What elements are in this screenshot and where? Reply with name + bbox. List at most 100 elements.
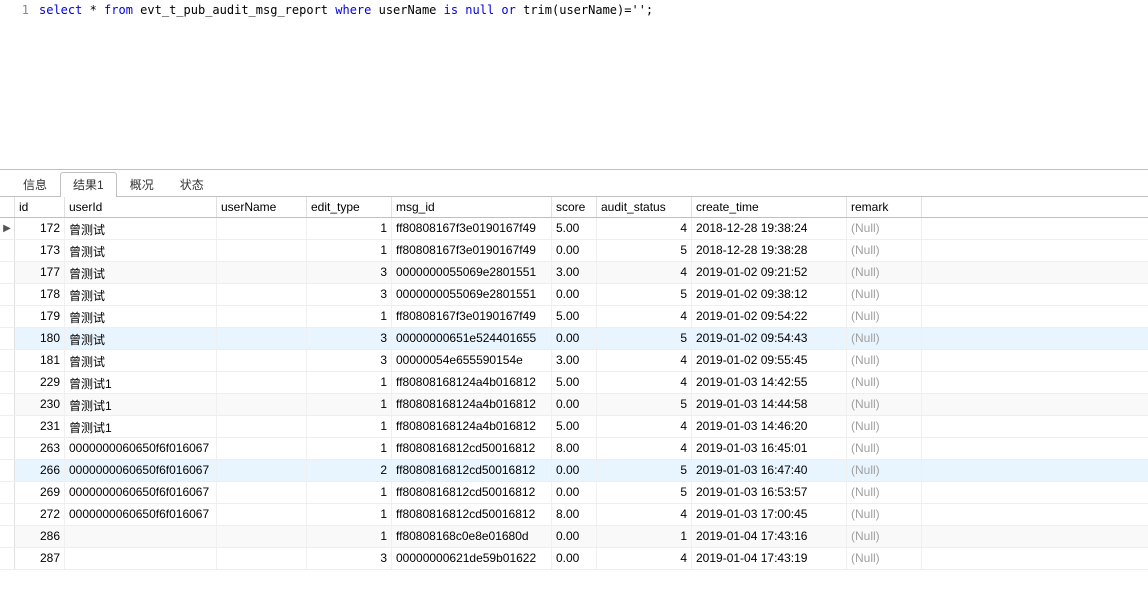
cell-audit_status[interactable]: 4 xyxy=(597,350,692,371)
cell-create_time[interactable]: 2019-01-02 09:21:52 xyxy=(692,262,847,283)
cell-remark[interactable]: (Null) xyxy=(847,284,922,305)
grid-body[interactable]: ▶172曾测试1ff80808167f3e0190167f495.0042018… xyxy=(0,218,1148,570)
table-row[interactable]: 2861ff80808168c0e8e01680d0.0012019-01-04… xyxy=(0,526,1148,548)
cell-userId[interactable]: 0000000060650f6f016067 xyxy=(65,460,217,481)
cell-id[interactable]: 177 xyxy=(15,262,65,283)
column-header-score[interactable]: score xyxy=(552,197,597,217)
column-header-msg_id[interactable]: msg_id xyxy=(392,197,552,217)
cell-audit_status[interactable]: 5 xyxy=(597,394,692,415)
column-header-userName[interactable]: userName xyxy=(217,197,307,217)
cell-audit_status[interactable]: 4 xyxy=(597,372,692,393)
cell-userName[interactable] xyxy=(217,262,307,283)
cell-score[interactable]: 0.00 xyxy=(552,394,597,415)
table-row[interactable]: 178曾测试30000000055069e28015510.0052019-01… xyxy=(0,284,1148,306)
cell-remark[interactable]: (Null) xyxy=(847,438,922,459)
cell-userId[interactable]: 曾测试 xyxy=(65,284,217,305)
cell-create_time[interactable]: 2019-01-02 09:54:43 xyxy=(692,328,847,349)
column-header-audit_status[interactable]: audit_status xyxy=(597,197,692,217)
cell-edit_type[interactable]: 2 xyxy=(307,460,392,481)
cell-id[interactable]: 231 xyxy=(15,416,65,437)
cell-id[interactable]: 272 xyxy=(15,504,65,525)
cell-userId[interactable]: 0000000060650f6f016067 xyxy=(65,438,217,459)
cell-userName[interactable] xyxy=(217,526,307,547)
cell-userName[interactable] xyxy=(217,372,307,393)
cell-id[interactable]: 269 xyxy=(15,482,65,503)
cell-audit_status[interactable]: 4 xyxy=(597,504,692,525)
cell-audit_status[interactable]: 5 xyxy=(597,240,692,261)
cell-msg_id[interactable]: 00000000621de59b01622 xyxy=(392,548,552,569)
cell-userId[interactable]: 曾测试1 xyxy=(65,416,217,437)
cell-score[interactable]: 0.00 xyxy=(552,240,597,261)
cell-msg_id[interactable]: 00000000651e524401655 xyxy=(392,328,552,349)
cell-msg_id[interactable]: ff80808168124a4b016812 xyxy=(392,372,552,393)
cell-userId[interactable] xyxy=(65,548,217,569)
cell-score[interactable]: 0.00 xyxy=(552,328,597,349)
cell-edit_type[interactable]: 1 xyxy=(307,240,392,261)
cell-audit_status[interactable]: 4 xyxy=(597,306,692,327)
cell-remark[interactable]: (Null) xyxy=(847,394,922,415)
cell-edit_type[interactable]: 3 xyxy=(307,262,392,283)
cell-id[interactable]: 180 xyxy=(15,328,65,349)
cell-remark[interactable]: (Null) xyxy=(847,328,922,349)
table-row[interactable]: 181曾测试300000054e655590154e3.0042019-01-0… xyxy=(0,350,1148,372)
cell-userId[interactable]: 曾测试 xyxy=(65,262,217,283)
column-header-create_time[interactable]: create_time xyxy=(692,197,847,217)
column-header-remark[interactable]: remark xyxy=(847,197,922,217)
cell-create_time[interactable]: 2018-12-28 19:38:24 xyxy=(692,218,847,239)
cell-msg_id[interactable]: ff8080816812cd50016812 xyxy=(392,438,552,459)
cell-edit_type[interactable]: 3 xyxy=(307,284,392,305)
cell-id[interactable]: 287 xyxy=(15,548,65,569)
cell-remark[interactable]: (Null) xyxy=(847,548,922,569)
cell-audit_status[interactable]: 4 xyxy=(597,262,692,283)
cell-create_time[interactable]: 2019-01-02 09:55:45 xyxy=(692,350,847,371)
cell-remark[interactable]: (Null) xyxy=(847,526,922,547)
cell-id[interactable]: 230 xyxy=(15,394,65,415)
cell-remark[interactable]: (Null) xyxy=(847,350,922,371)
cell-id[interactable]: 181 xyxy=(15,350,65,371)
cell-userName[interactable] xyxy=(217,416,307,437)
cell-remark[interactable]: (Null) xyxy=(847,460,922,481)
cell-userName[interactable] xyxy=(217,482,307,503)
cell-score[interactable]: 8.00 xyxy=(552,504,597,525)
table-row[interactable]: 287300000000621de59b016220.0042019-01-04… xyxy=(0,548,1148,570)
cell-userId[interactable]: 曾测试 xyxy=(65,218,217,239)
cell-edit_type[interactable]: 1 xyxy=(307,504,392,525)
cell-create_time[interactable]: 2019-01-03 16:53:57 xyxy=(692,482,847,503)
cell-id[interactable]: 266 xyxy=(15,460,65,481)
table-row[interactable]: 229曾测试11ff80808168124a4b0168125.0042019-… xyxy=(0,372,1148,394)
table-row[interactable]: 2660000000060650f6f0160672ff8080816812cd… xyxy=(0,460,1148,482)
cell-score[interactable]: 5.00 xyxy=(552,218,597,239)
cell-audit_status[interactable]: 5 xyxy=(597,460,692,481)
cell-msg_id[interactable]: ff8080816812cd50016812 xyxy=(392,504,552,525)
cell-msg_id[interactable]: 00000054e655590154e xyxy=(392,350,552,371)
cell-create_time[interactable]: 2019-01-03 17:00:45 xyxy=(692,504,847,525)
tab-结果1[interactable]: 结果1 xyxy=(60,172,117,196)
cell-create_time[interactable]: 2019-01-03 14:46:20 xyxy=(692,416,847,437)
table-row[interactable]: 179曾测试1ff80808167f3e0190167f495.0042019-… xyxy=(0,306,1148,328)
column-header-userId[interactable]: userId xyxy=(65,197,217,217)
cell-edit_type[interactable]: 1 xyxy=(307,394,392,415)
cell-create_time[interactable]: 2019-01-04 17:43:19 xyxy=(692,548,847,569)
cell-audit_status[interactable]: 1 xyxy=(597,526,692,547)
cell-audit_status[interactable]: 5 xyxy=(597,284,692,305)
table-row[interactable]: 180曾测试300000000651e5244016550.0052019-01… xyxy=(0,328,1148,350)
cell-userName[interactable] xyxy=(217,394,307,415)
cell-remark[interactable]: (Null) xyxy=(847,218,922,239)
cell-userId[interactable]: 曾测试 xyxy=(65,328,217,349)
column-header-id[interactable]: id xyxy=(15,197,65,217)
cell-userName[interactable] xyxy=(217,284,307,305)
cell-userId[interactable]: 曾测试 xyxy=(65,240,217,261)
cell-score[interactable]: 0.00 xyxy=(552,284,597,305)
cell-userId[interactable]: 0000000060650f6f016067 xyxy=(65,504,217,525)
cell-userId[interactable]: 曾测试1 xyxy=(65,372,217,393)
cell-remark[interactable]: (Null) xyxy=(847,504,922,525)
table-row[interactable]: 173曾测试1ff80808167f3e0190167f490.0052018-… xyxy=(0,240,1148,262)
cell-userId[interactable]: 曾测试1 xyxy=(65,394,217,415)
cell-userName[interactable] xyxy=(217,504,307,525)
cell-remark[interactable]: (Null) xyxy=(847,416,922,437)
column-header-edit_type[interactable]: edit_type xyxy=(307,197,392,217)
tab-概况[interactable]: 概况 xyxy=(117,172,167,196)
cell-userId[interactable]: 曾测试 xyxy=(65,306,217,327)
cell-audit_status[interactable]: 4 xyxy=(597,416,692,437)
table-row[interactable]: ▶172曾测试1ff80808167f3e0190167f495.0042018… xyxy=(0,218,1148,240)
